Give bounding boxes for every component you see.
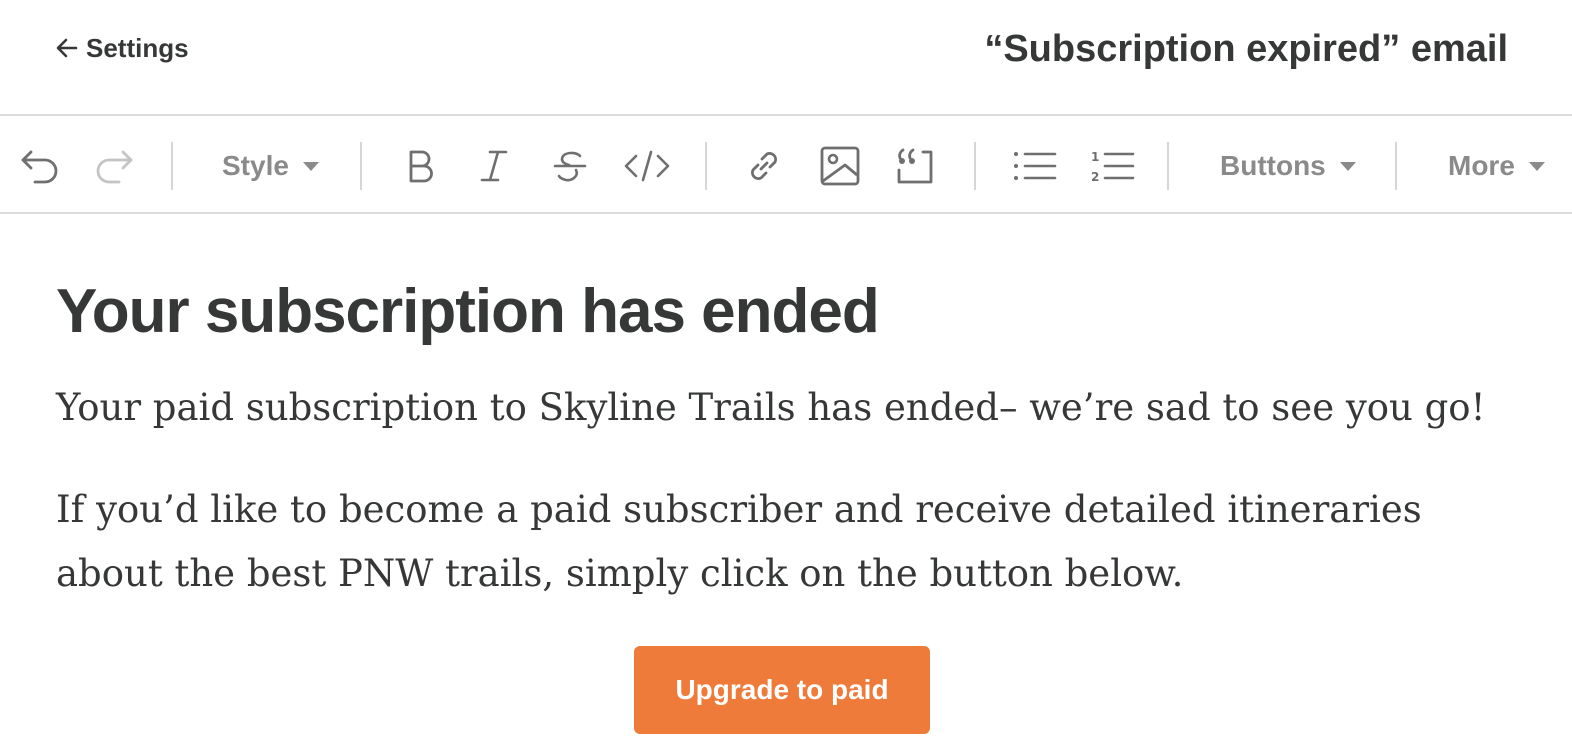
style-dropdown-label: Style: [222, 150, 289, 181]
svg-text:1: 1: [1091, 150, 1099, 164]
italic-button[interactable]: [470, 138, 518, 194]
bold-icon: [409, 150, 433, 183]
italic-icon: [480, 150, 508, 182]
toolbar-divider: [705, 142, 707, 190]
redo-icon: [96, 150, 133, 184]
caret-down-icon: [302, 161, 319, 171]
code-icon: [624, 150, 670, 182]
bullet-list-icon: [1014, 152, 1057, 180]
style-dropdown[interactable]: Style: [222, 138, 319, 194]
more-dropdown-label: More: [1448, 150, 1515, 181]
image-button[interactable]: [816, 138, 864, 194]
toolbar-divider: [1395, 142, 1397, 190]
arrow-left-icon: [56, 38, 78, 58]
numbered-list-icon: 1 2: [1091, 150, 1135, 184]
image-icon: [820, 146, 860, 186]
email-paragraph[interactable]: Your paid subscription to Skyline Trails…: [56, 376, 1516, 440]
top-bar: Settings “Subscription expired” email: [0, 0, 1572, 116]
bullet-list-button[interactable]: [1008, 138, 1060, 194]
editor-toolbar: Style 1 2 Buttons More: [0, 118, 1572, 214]
caret-down-icon: [1339, 161, 1356, 171]
bold-button[interactable]: [396, 138, 444, 194]
upgrade-to-paid-button[interactable]: Upgrade to paid: [634, 646, 930, 734]
more-dropdown[interactable]: More: [1448, 138, 1545, 194]
redo-button[interactable]: [90, 138, 140, 194]
link-button[interactable]: [740, 138, 788, 194]
code-button[interactable]: [620, 138, 674, 194]
svg-text:2: 2: [1091, 170, 1099, 184]
buttons-dropdown-label: Buttons: [1220, 150, 1326, 181]
toolbar-divider: [974, 142, 976, 190]
toolbar-divider: [360, 142, 362, 190]
strikethrough-icon: [553, 151, 587, 182]
numbered-list-button[interactable]: 1 2: [1086, 138, 1138, 194]
page-title: “Subscription expired” email: [984, 28, 1508, 70]
caret-down-icon: [1528, 161, 1545, 171]
back-link-label: Settings: [86, 32, 189, 63]
buttons-dropdown[interactable]: Buttons: [1220, 138, 1356, 194]
link-icon: [751, 152, 777, 180]
quote-button[interactable]: [890, 138, 940, 194]
undo-button[interactable]: [14, 138, 64, 194]
undo-icon: [21, 150, 58, 184]
email-heading[interactable]: Your subscription has ended: [56, 276, 880, 347]
email-paragraph[interactable]: If you’d like to become a paid subscribe…: [56, 478, 1456, 606]
toolbar-divider: [171, 142, 173, 190]
toolbar-divider: [1167, 142, 1169, 190]
back-to-settings-link[interactable]: Settings: [56, 32, 189, 64]
quote-icon: [897, 148, 933, 184]
strikethrough-button[interactable]: [546, 138, 594, 194]
